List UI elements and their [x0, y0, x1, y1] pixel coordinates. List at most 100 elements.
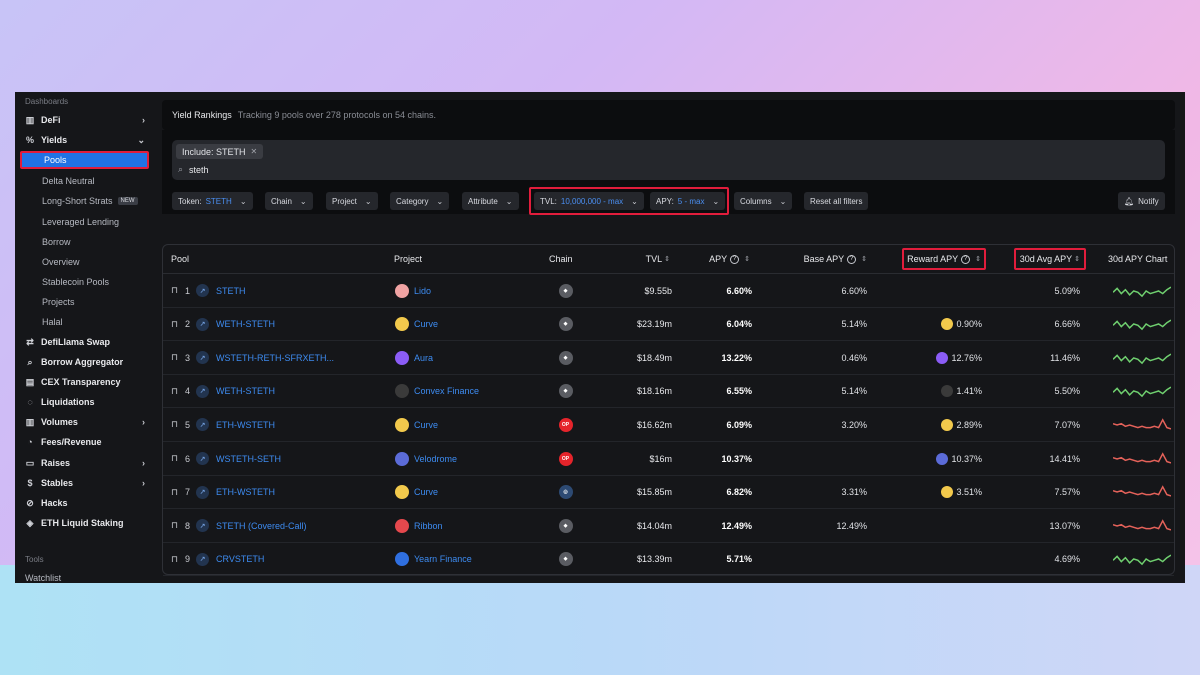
bookmark-icon[interactable]: ⊓ — [171, 509, 178, 542]
project-link[interactable]: Velodrome — [414, 442, 457, 475]
sort-icon: ⇕ — [861, 256, 867, 263]
sidebar-sub-halal[interactable]: Halal — [42, 314, 63, 330]
apy-filter[interactable]: APY: 5 - max ⌄ — [650, 192, 726, 210]
table-row[interactable]: ⊓ 2 ↗ WETH-STETH Curve ◆ $23.19m 6.04% 5… — [163, 308, 1174, 342]
pool-link[interactable]: WSTETH-SETH — [216, 442, 281, 475]
reward-apy-value: 10.37% — [951, 453, 982, 464]
sidebar-item-watchlist[interactable]: Watchlist — [25, 570, 61, 583]
notify-button[interactable]: 🔔︎ Notify — [1118, 192, 1165, 210]
external-link-icon[interactable]: ↗ — [196, 476, 209, 509]
close-icon[interactable]: ✕ — [251, 147, 258, 156]
reset-filters-button[interactable]: Reset all filters — [804, 192, 869, 210]
bookmark-icon[interactable]: ⊓ — [171, 442, 178, 475]
table-row[interactable]: ⊓ 7 ↗ ETH-WSTETH Curve ◎ $15.85m 6.82% 3… — [163, 476, 1174, 510]
pool-link[interactable]: WSTETH-RETH-SFRXETH... — [216, 341, 334, 374]
sidebar-item-fees[interactable]: ◔ Fees/Revenue — [25, 433, 147, 451]
project-link[interactable]: Curve — [414, 408, 438, 441]
token-filter[interactable]: Token: STETH ⌄ — [172, 192, 253, 210]
sidebar-sub-leveraged-lending[interactable]: Leveraged Lending — [42, 214, 119, 230]
external-link-icon[interactable]: ↗ — [196, 274, 209, 307]
table-row[interactable]: ⊓ 4 ↗ WETH-STETH Convex Finance ◆ $18.16… — [163, 375, 1174, 409]
pool-link[interactable]: STETH — [216, 274, 246, 307]
external-link-icon[interactable]: ↗ — [196, 408, 209, 441]
bookmark-icon[interactable]: ⊓ — [171, 375, 178, 408]
sidebar-item-eth-staking[interactable]: ◈ ETH Liquid Staking — [25, 514, 147, 532]
bookmark-icon[interactable]: ⊓ — [171, 543, 178, 576]
table-row[interactable]: ⊓ 9 ↗ CRVSTETH Yearn Finance ◆ $13.39m 5… — [163, 543, 1174, 577]
search-input[interactable]: ⌕ steth — [178, 164, 209, 175]
external-link-icon[interactable]: ↗ — [196, 442, 209, 475]
external-link-icon[interactable]: ↗ — [196, 543, 209, 576]
sidebar-item-liquidations[interactable]: ◌ Liquidations — [25, 393, 147, 411]
pool-link[interactable]: WETH-STETH — [216, 375, 275, 408]
tvl-filter-value: 10,000,000 - max — [560, 196, 624, 206]
header-tvl[interactable]: TVL ⇕ — [646, 245, 670, 273]
attribute-filter[interactable]: Attribute ⌄ — [462, 192, 519, 210]
help-icon[interactable]: ? — [847, 254, 857, 264]
help-icon[interactable]: ? — [730, 254, 740, 264]
header-chain[interactable]: Chain — [549, 245, 573, 273]
table-row[interactable]: ⊓ 6 ↗ WSTETH-SETH Velodrome OP $16m 10.3… — [163, 442, 1174, 476]
sidebar-item-stables[interactable]: $ Stables › — [25, 474, 147, 492]
bookmark-icon[interactable]: ⊓ — [171, 408, 178, 441]
sidebar-sub-delta-neutral[interactable]: Delta Neutral — [42, 173, 95, 189]
chain-filter[interactable]: Chain ⌄ — [265, 192, 313, 210]
tvl-filter[interactable]: TVL: 10,000,000 - max ⌄ — [534, 192, 644, 210]
project-link[interactable]: Aura — [414, 341, 433, 374]
search-box[interactable]: Include: STETH ✕ ⌕ steth — [172, 140, 1165, 180]
table-row[interactable]: ⊓ 1 ↗ STETH Lido ◆ $9.55b 6.60% 6.60% 5.… — [163, 274, 1174, 308]
sidebar-sub-pools[interactable]: Pools — [20, 151, 149, 169]
include-chip[interactable]: Include: STETH ✕ — [176, 144, 264, 159]
project-link[interactable]: Lido — [414, 274, 431, 307]
table-row[interactable]: ⊓ 3 ↗ WSTETH-RETH-SFRXETH... Aura ◆ $18.… — [163, 341, 1174, 375]
header-pool[interactable]: Pool — [171, 245, 189, 273]
project-link[interactable]: Ribbon — [414, 509, 443, 542]
header-project[interactable]: Project — [394, 245, 422, 273]
pool-link[interactable]: ETH-WSTETH — [216, 476, 275, 509]
header-avg-apy[interactable]: 30d Avg APY ⇕ — [1013, 248, 1086, 270]
sidebar-sub-long-short[interactable]: Long-Short Strats NEW — [42, 193, 138, 209]
avg-apy-value: 7.57% — [1054, 487, 1080, 498]
sidebar-item-volumes[interactable]: ▥ Volumes › — [25, 413, 147, 431]
project-link[interactable]: Curve — [414, 308, 438, 341]
project-link[interactable]: Yearn Finance — [414, 543, 472, 576]
sidebar-item-yields[interactable]: % Yields ⌄ — [25, 131, 147, 149]
external-link-icon[interactable]: ↗ — [196, 308, 209, 341]
sidebar-item-cex[interactable]: ▤ CEX Transparency — [25, 373, 147, 391]
external-link-icon[interactable]: ↗ — [196, 509, 209, 542]
bookmark-icon[interactable]: ⊓ — [171, 274, 178, 307]
pool-link[interactable]: WETH-STETH — [216, 308, 275, 341]
columns-button[interactable]: Columns ⌄ — [734, 192, 793, 210]
header-base-apy[interactable]: Base APY ? ⇕ — [804, 245, 867, 273]
project-filter[interactable]: Project ⌄ — [326, 192, 378, 210]
help-icon[interactable]: ? — [961, 254, 971, 264]
sidebar-item-raises[interactable]: ▭ Raises › — [25, 454, 147, 472]
apy-value: 6.04% — [726, 319, 752, 330]
bookmark-icon[interactable]: ⊓ — [171, 308, 178, 341]
project-link[interactable]: Curve — [414, 476, 438, 509]
sidebar-item-borrow-aggregator[interactable]: ⌕ Borrow Aggregator — [25, 353, 147, 371]
sidebar-sub-overview[interactable]: Overview — [42, 254, 80, 270]
sidebar-item-hacks[interactable]: ⊘ Hacks — [25, 494, 147, 512]
category-filter[interactable]: Category ⌄ — [390, 192, 450, 210]
sidebar-item-swap[interactable]: ⇄ DefiLlama Swap — [25, 333, 147, 351]
sidebar-sub-projects[interactable]: Projects — [42, 294, 75, 310]
table-row[interactable]: ⊓ 8 ↗ STETH (Covered-Call) Ribbon ◆ $14.… — [163, 509, 1174, 543]
pool-link[interactable]: STETH (Covered-Call) — [216, 509, 307, 542]
header-chart: 30d APY Chart — [1108, 254, 1168, 264]
sidebar-item-defi[interactable]: ▥ DeFi › — [25, 111, 147, 129]
header-reward-apy[interactable]: Reward APY ? ⇕ — [902, 248, 986, 270]
project-link[interactable]: Convex Finance — [414, 375, 479, 408]
bookmark-icon[interactable]: ⊓ — [171, 341, 178, 374]
project-logo-icon — [395, 408, 409, 441]
table-row[interactable]: ⊓ 5 ↗ ETH-WSTETH Curve OP $16.62m 6.09% … — [163, 408, 1174, 442]
bookmark-icon[interactable]: ⊓ — [171, 476, 178, 509]
external-link-icon[interactable]: ↗ — [196, 341, 209, 374]
sidebar-sub-borrow[interactable]: Borrow — [42, 234, 71, 250]
external-link-icon[interactable]: ↗ — [196, 375, 209, 408]
header-apy[interactable]: APY ? ⇕ — [709, 245, 750, 273]
header-avg-apy-label: 30d Avg APY — [1019, 254, 1073, 264]
pool-link[interactable]: CRVSTETH — [216, 543, 264, 576]
pool-link[interactable]: ETH-WSTETH — [216, 408, 275, 441]
sidebar-sub-stablecoin-pools[interactable]: Stablecoin Pools — [42, 274, 109, 290]
